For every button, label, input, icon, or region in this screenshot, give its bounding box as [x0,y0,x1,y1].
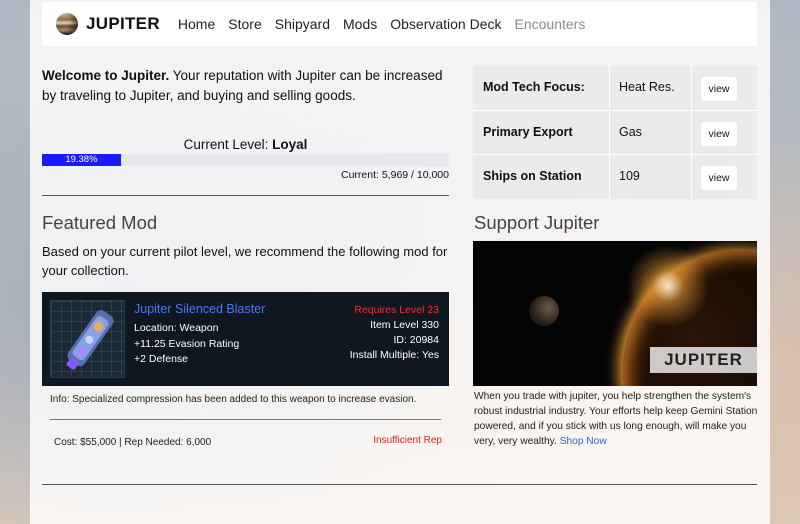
nav-mods[interactable]: Mods [343,16,377,32]
featured-mod-title: Featured Mod [42,212,158,233]
column-divider [691,66,692,110]
top-navbar: JUPITER Home Store Shipyard Mods Observa… [42,2,757,46]
view-mod-tech-button[interactable]: view [701,77,737,101]
nav-menu: Home Store Shipyard Mods Observation Dec… [178,16,598,32]
moon-graphic [529,296,559,326]
column-divider [609,111,610,155]
column-divider [691,111,692,155]
recommend-text: Based on your current pilot level, we re… [42,244,448,278]
column-divider [609,66,610,110]
welcome-heading: Welcome to Jupiter. [42,68,170,83]
info-label: Mod Tech Focus: [483,80,585,94]
nav-shipyard[interactable]: Shipyard [275,16,330,32]
info-label: Primary Export [483,125,573,139]
right-backdrop [770,0,800,524]
view-ships-button[interactable]: view [701,166,737,190]
info-row-primary-export: Primary Export Gas view [473,110,757,155]
divider [42,195,449,196]
mod-required-level: Requires Level 23 [354,304,439,316]
mod-card[interactable]: Jupiter Silenced Blaster Location: Weapo… [42,292,449,386]
info-label: Ships on Station [483,169,582,183]
station-info-table: Mod Tech Focus: Heat Res. view Primary E… [473,66,757,199]
info-row-mod-tech-focus: Mod Tech Focus: Heat Res. view [473,66,757,110]
mod-info-text: Info: Specialized compression has been a… [50,394,417,405]
support-jupiter-title: Support Jupiter [474,212,600,233]
current-level: Current Level: Loyal [42,137,449,152]
current-level-label: Current Level: [183,137,273,152]
mod-cost: Cost: $55,000 | Rep Needed: 6,000 [54,437,212,448]
mod-item-level: Item Level 330 [370,319,439,331]
jupiter-logo-icon[interactable] [56,13,78,35]
reputation-progress-bar: 19.38% [42,154,449,166]
mod-stat-defense: +2 Defense [134,353,188,365]
support-text: When you trade with jupiter, you help st… [474,389,760,449]
shop-now-link[interactable]: Shop Now [560,436,607,447]
jupiter-planet-image[interactable]: JUPITER [473,241,757,386]
mod-name-link[interactable]: Jupiter Silenced Blaster [134,302,265,316]
reputation-progress-fill: 19.38% [42,154,121,166]
sun-flare-graphic [623,241,713,331]
left-backdrop [0,0,30,524]
brand-name[interactable]: JUPITER [86,14,160,34]
nav-home[interactable]: Home [178,16,215,32]
divider [50,419,441,420]
info-value: Heat Res. [619,80,675,94]
info-value: 109 [619,169,640,183]
info-value: Gas [619,125,642,139]
column-divider [691,155,692,199]
reputation-current: Current: 5,969 / 10,000 [341,169,449,181]
insufficient-rep-status: Insufficient Rep [373,435,442,446]
mod-stat-evasion: +11.25 Evasion Rating [134,338,240,350]
mod-id: ID: 20984 [393,334,439,346]
view-export-button[interactable]: view [701,122,737,146]
blaster-mod-image[interactable] [50,300,125,378]
mod-install-multiple: Install Multiple: Yes [349,349,439,361]
column-divider [609,155,610,199]
nav-observation-deck[interactable]: Observation Deck [390,16,501,32]
welcome-text: Welcome to Jupiter. Your reputation with… [42,66,452,106]
footer-divider [42,484,757,485]
mod-location: Location: Weapon [134,322,219,334]
nav-encounters[interactable]: Encounters [515,16,586,32]
current-level-value: Loyal [272,137,308,152]
support-body: When you trade with jupiter, you help st… [474,391,758,447]
info-row-ships-on-station: Ships on Station 109 view [473,154,757,199]
jupiter-image-label: JUPITER [650,347,757,373]
nav-store[interactable]: Store [228,16,261,32]
